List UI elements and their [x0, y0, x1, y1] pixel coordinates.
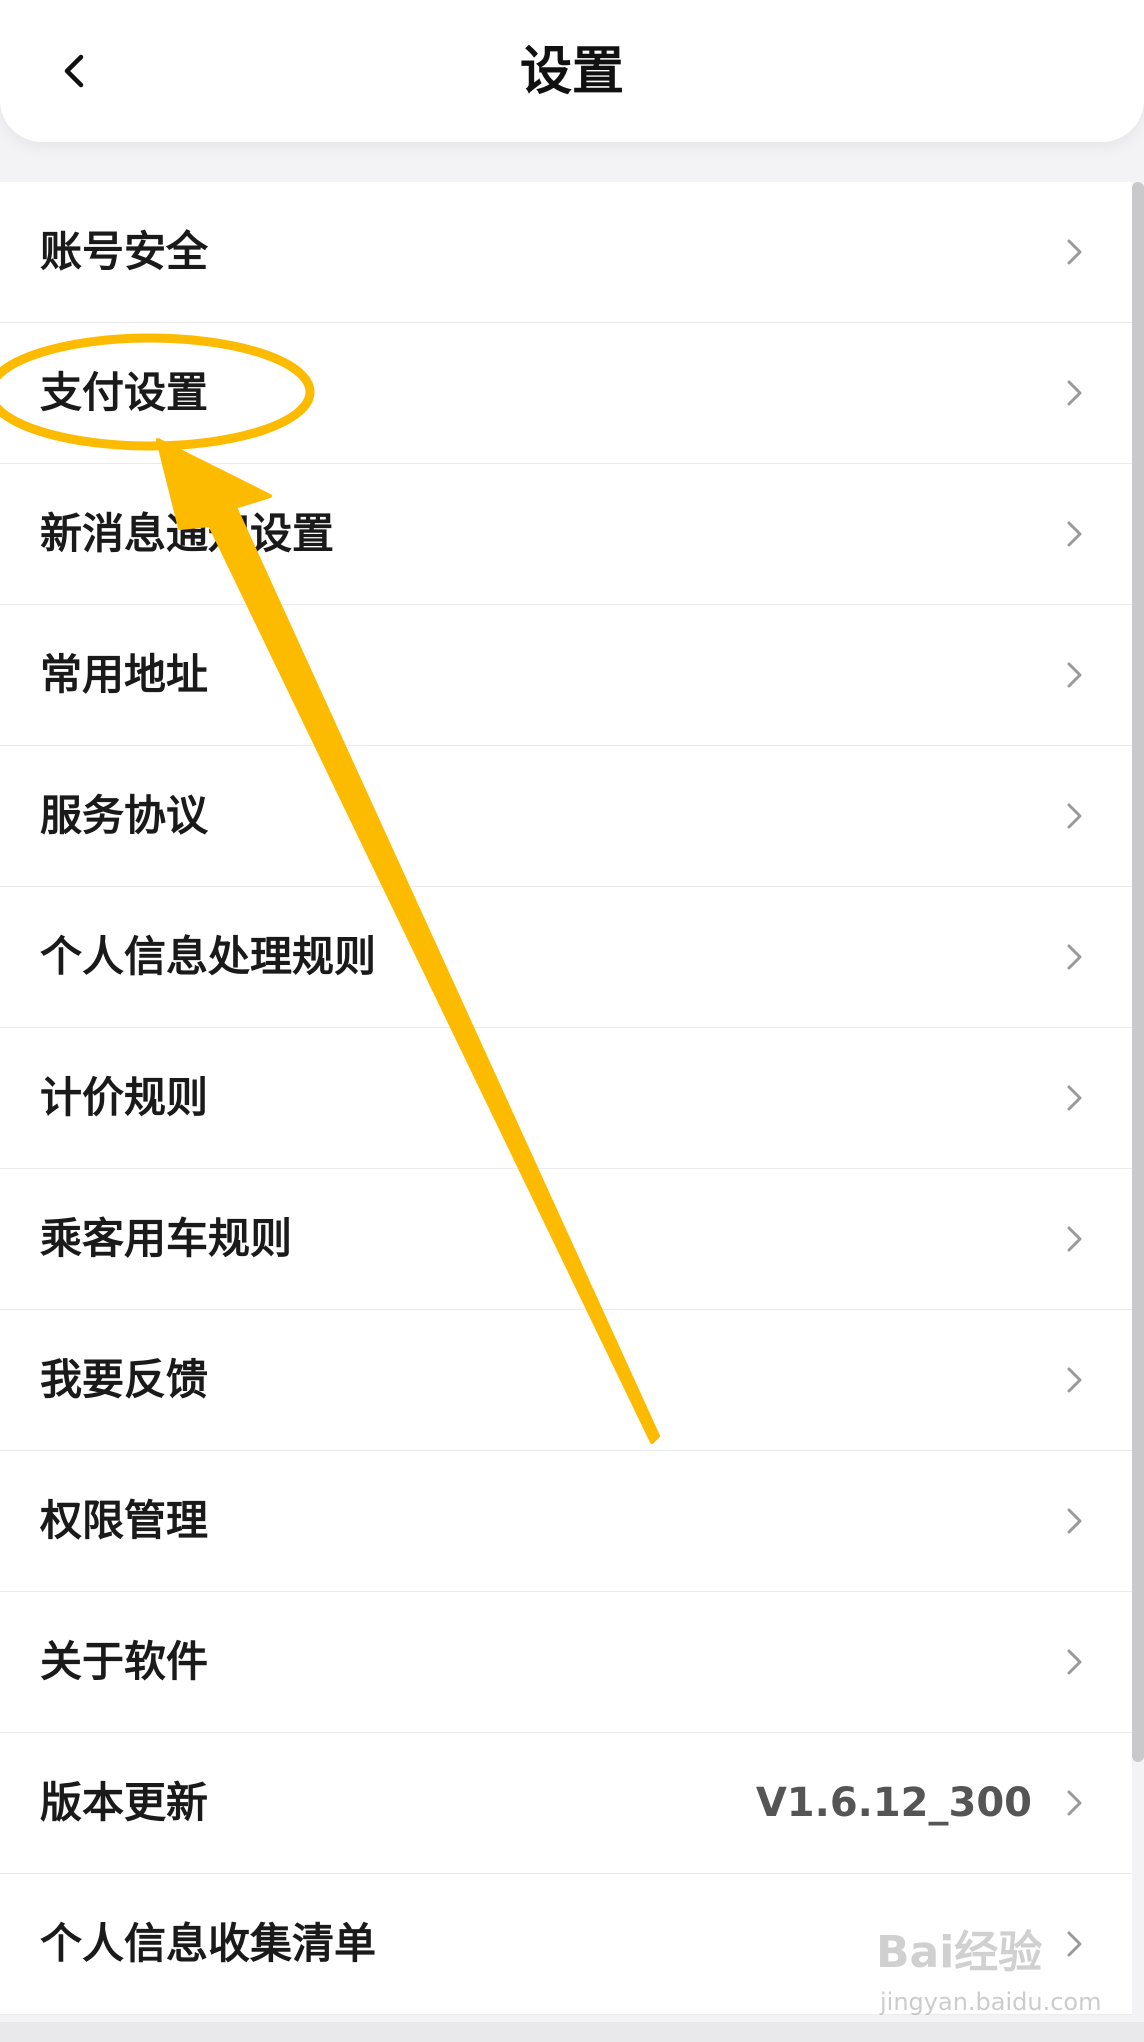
watermark-url: jingyan.baidu.com — [880, 1988, 1102, 2016]
watermark-brand: Bai经验 — [876, 1927, 1043, 1978]
settings-item-label: 新消息通知设置 — [40, 509, 335, 558]
settings-list: 账号安全 支付设置 新消息通知设置 常用地址 服务协议 个人信息处理规则 计价规… — [0, 182, 1132, 2015]
settings-item-about[interactable]: 关于软件 — [0, 1592, 1132, 1733]
settings-item-privacy-rules[interactable]: 个人信息处理规则 — [0, 887, 1132, 1028]
settings-item-feedback[interactable]: 我要反馈 — [0, 1310, 1132, 1451]
chevron-right-icon — [1067, 1649, 1082, 1675]
settings-item-label: 乘客用车规则 — [40, 1214, 293, 1263]
chevron-right-icon — [1067, 1790, 1082, 1816]
settings-item-label: 我要反馈 — [40, 1355, 209, 1404]
chevron-right-icon — [1067, 1508, 1082, 1534]
watermark: Bai经验 jingyan.baidu.com — [876, 1916, 1101, 2026]
chevron-right-icon — [1067, 1226, 1082, 1252]
scrollbar[interactable] — [1132, 182, 1144, 1762]
settings-item-permissions[interactable]: 权限管理 — [0, 1451, 1132, 1592]
settings-item-label: 关于软件 — [40, 1637, 209, 1686]
chevron-right-icon — [1067, 1367, 1082, 1393]
settings-item-notification-settings[interactable]: 新消息通知设置 — [0, 464, 1132, 605]
settings-item-label: 版本更新 — [40, 1778, 209, 1827]
settings-item-version-update[interactable]: 版本更新 V1.6.12_300 — [0, 1733, 1132, 1874]
chevron-right-icon — [1067, 944, 1082, 970]
chevron-right-icon — [1067, 662, 1082, 688]
settings-item-payment-settings[interactable]: 支付设置 — [0, 323, 1132, 464]
chevron-right-icon — [1067, 1085, 1082, 1111]
header-bar: 设置 — [0, 0, 1144, 142]
settings-item-label: 常用地址 — [40, 650, 209, 699]
settings-item-pricing-rules[interactable]: 计价规则 — [0, 1028, 1132, 1169]
settings-item-common-addresses[interactable]: 常用地址 — [0, 605, 1132, 746]
settings-item-label: 个人信息收集清单 — [40, 1919, 377, 1968]
version-value: V1.6.12_300 — [755, 1780, 1032, 1826]
page-title: 设置 — [519, 42, 624, 102]
chevron-right-icon — [1067, 803, 1082, 829]
settings-item-account-security[interactable]: 账号安全 — [0, 182, 1132, 323]
settings-item-label: 支付设置 — [40, 368, 209, 417]
chevron-right-icon — [1067, 380, 1082, 406]
chevron-right-icon — [1067, 521, 1082, 547]
settings-item-passenger-rules[interactable]: 乘客用车规则 — [0, 1169, 1132, 1310]
settings-item-service-agreement[interactable]: 服务协议 — [0, 746, 1132, 887]
settings-item-label: 权限管理 — [40, 1496, 209, 1545]
settings-item-label: 计价规则 — [40, 1073, 209, 1122]
settings-item-label: 账号安全 — [40, 227, 209, 276]
chevron-right-icon — [1067, 239, 1082, 265]
settings-item-label: 服务协议 — [40, 791, 209, 840]
settings-item-label: 个人信息处理规则 — [40, 932, 377, 981]
